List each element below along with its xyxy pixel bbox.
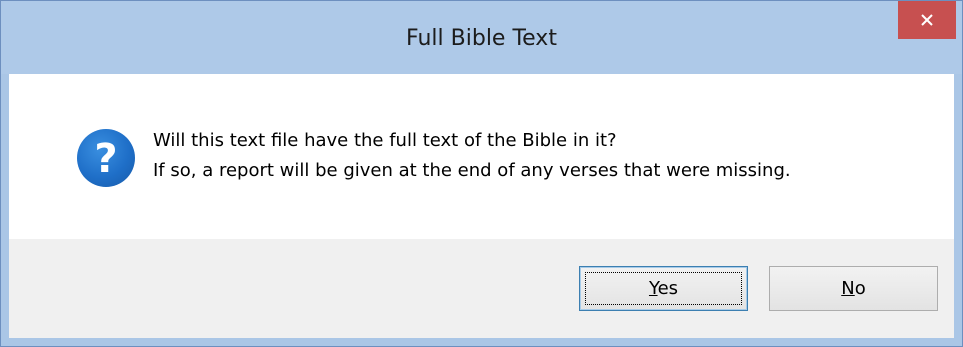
close-button[interactable]	[898, 1, 956, 39]
dialog-body: ? Will this text file have the full text…	[9, 74, 954, 338]
no-label-rest: o	[854, 278, 866, 299]
message-line-2: If so, a report will be given at the end…	[153, 160, 791, 181]
focus-ring	[585, 272, 742, 305]
no-accelerator: N	[841, 278, 855, 299]
message-area: ? Will this text file have the full text…	[9, 74, 954, 239]
dialog-window: Full Bible Text ? Will this text file ha…	[0, 0, 963, 347]
question-icon: ?	[77, 129, 135, 187]
title-bar[interactable]: Full Bible Text	[1, 1, 962, 74]
button-area: Yes No	[9, 239, 954, 338]
message-line-1: Will this text file have the full text o…	[153, 130, 617, 151]
yes-button[interactable]: Yes	[579, 266, 748, 311]
no-button-label: No	[841, 278, 865, 299]
dialog-title: Full Bible Text	[406, 26, 557, 51]
no-button[interactable]: No	[769, 266, 938, 311]
question-glyph: ?	[94, 135, 118, 182]
close-icon	[921, 14, 933, 26]
